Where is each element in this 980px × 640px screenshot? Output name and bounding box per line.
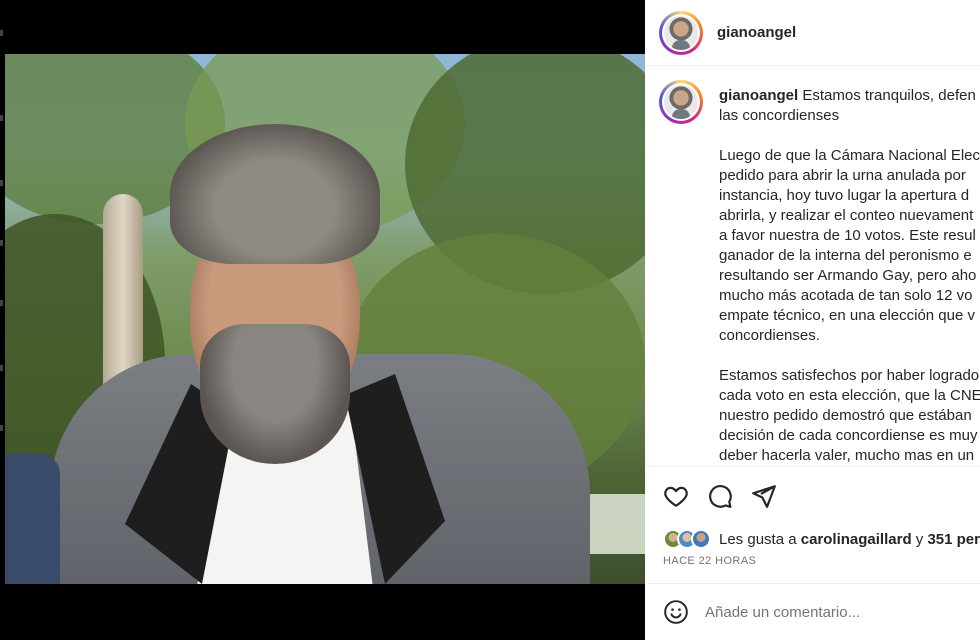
caption-line: Estamos satisfechos por haber logrado bbox=[719, 367, 980, 384]
caption-line: Luego de que la Cámara Nacional Elec bbox=[719, 147, 980, 164]
caption-line: decisión de cada concordiense es muy bbox=[719, 427, 978, 444]
caption-line: cada voto en esta elección, que la CNE bbox=[719, 387, 980, 404]
caption-text: gianoangel Estamos tranquilos, defen las… bbox=[719, 86, 980, 466]
caption-avatar[interactable] bbox=[659, 80, 703, 124]
caption-paragraph-2: Estamos satisfechos por haber logrado ca… bbox=[719, 366, 980, 466]
liker-avatars bbox=[663, 529, 711, 549]
edge-mark bbox=[0, 115, 3, 121]
edge-mark bbox=[0, 300, 3, 306]
post-sidebar: gianoangel gianoangel Estamos tranquilos… bbox=[645, 0, 980, 640]
likes-count[interactable]: 351 per bbox=[927, 531, 980, 548]
post-media[interactable] bbox=[5, 0, 645, 640]
liker-avatar[interactable] bbox=[691, 529, 711, 549]
post-photo bbox=[5, 54, 645, 584]
edge-mark bbox=[0, 180, 3, 186]
emoji-icon[interactable] bbox=[663, 599, 689, 625]
caption-area: gianoangel Estamos tranquilos, defen las… bbox=[645, 66, 980, 466]
caption-line: deber hacerla valer, mucho mas en un bbox=[719, 447, 975, 464]
caption-line: mucho más acotada de tan solo 12 vo bbox=[719, 287, 973, 304]
caption-username[interactable]: gianoangel bbox=[719, 87, 798, 104]
actions-bar: Les gusta a carolinagaillard y 351 per H… bbox=[645, 466, 980, 583]
heart-icon[interactable] bbox=[663, 483, 689, 509]
caption-line: las concordienses bbox=[719, 107, 840, 124]
action-icons bbox=[663, 483, 777, 509]
avatar-photo bbox=[664, 15, 698, 50]
hair bbox=[170, 124, 380, 264]
caption-line: concordienses. bbox=[719, 327, 820, 344]
post-header: gianoangel bbox=[645, 0, 980, 66]
caption-line: a favor nuestra de 10 votos. Este resul bbox=[719, 227, 976, 244]
caption-line: abrirla, y realizar el conteo nuevament bbox=[719, 207, 974, 224]
comment-bar bbox=[645, 583, 980, 640]
likes-prefix: Les gusta a bbox=[719, 530, 797, 548]
likes-connector: y bbox=[915, 530, 924, 548]
post-timestamp[interactable]: HACE 22 HORAS bbox=[663, 555, 756, 567]
caption-line: nuestro pedido demostró que estában bbox=[719, 407, 972, 424]
edge-mark bbox=[0, 425, 3, 431]
edge-mark bbox=[0, 240, 3, 246]
likes-user-link[interactable]: carolinagaillard bbox=[801, 531, 912, 548]
edge-mark bbox=[0, 30, 3, 36]
likes-summary: Les gusta a carolinagaillard y 351 per bbox=[663, 529, 980, 549]
comment-icon[interactable] bbox=[707, 483, 733, 509]
beard bbox=[200, 324, 350, 464]
caption-line: ganador de la interna del peronismo e bbox=[719, 247, 972, 264]
avatar-photo bbox=[664, 85, 698, 119]
caption-line: empate técnico, en una elección que v bbox=[719, 307, 976, 324]
header-username[interactable]: gianoangel bbox=[717, 24, 796, 41]
caption-line: resultando ser Armando Gay, pero aho bbox=[719, 267, 977, 284]
caption-line: Estamos tranquilos, defen bbox=[802, 87, 976, 104]
person-left-edge bbox=[5, 454, 60, 584]
comment-input[interactable] bbox=[705, 603, 965, 621]
edge-mark bbox=[0, 365, 3, 371]
caption-line: instancia, hoy tuvo lugar la apertura d bbox=[719, 187, 970, 204]
caption-paragraph-1: Luego de que la Cámara Nacional Elec ped… bbox=[719, 146, 980, 346]
caption-line: pedido para abrir la urna anulada por bbox=[719, 167, 966, 184]
avatar[interactable] bbox=[659, 10, 703, 55]
send-icon[interactable] bbox=[751, 483, 777, 509]
